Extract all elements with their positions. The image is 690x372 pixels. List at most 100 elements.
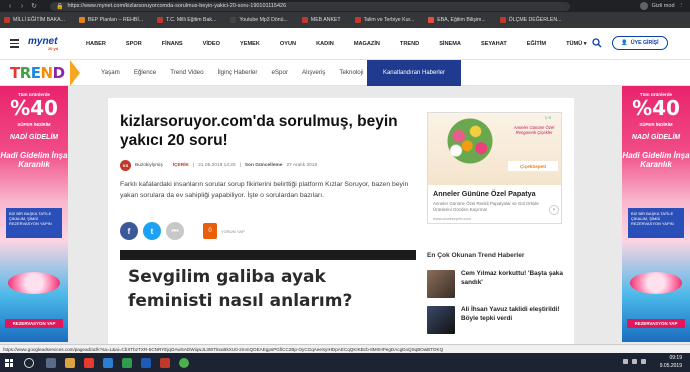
nav-item[interactable]: TREND (390, 41, 429, 47)
chrome-icon[interactable] (179, 357, 189, 368)
trend-nav-item[interactable]: İlginç Haberler (211, 69, 265, 76)
list-item[interactable]: Ali İhsan Yavuz taklidi eleştirildi! Böy… (427, 306, 567, 336)
author-name[interactable]: Buzokiylymiş (135, 163, 163, 168)
hamburger-icon[interactable] (10, 39, 26, 48)
nav-item[interactable]: YEMEK (230, 41, 270, 47)
right-side-ad[interactable]: Tüm ürünlerde %40 SÜPER İNDİRİM NADİ GİD… (622, 86, 690, 342)
nav-item[interactable]: SİNEMA (429, 41, 471, 47)
bookmarks-bar: MİLLİ EĞİTİM BAKA... BEP Planları – REHBİ… (0, 12, 690, 28)
trend-logo[interactable]: TREND (10, 59, 82, 86)
article-meta: KS Buzokiylymiş İÇERİK | 21.05.2018 14:2… (120, 160, 317, 171)
back-icon[interactable]: ‹ (6, 3, 14, 10)
bookmark-item[interactable]: T.C. Milli Eğitim Bak... (157, 17, 216, 23)
windows-start-icon[interactable] (0, 353, 18, 372)
nav-item[interactable]: VİDEO (193, 41, 230, 47)
nav-item[interactable]: OYUN (270, 41, 306, 47)
site-logo[interactable]: mynet 20 yıl (28, 36, 58, 51)
bookmark-favicon-icon (78, 17, 85, 23)
nav-item[interactable]: EĞİTİM (517, 41, 556, 47)
comment-button[interactable]: 0 YORUM YAP (203, 223, 245, 239)
flower-ad-tagline: Anneler Gününe Özel Rengarenk Çiçekler (513, 125, 555, 136)
store-icon[interactable] (103, 357, 113, 368)
trend-nav-item[interactable]: Alışveriş (295, 69, 332, 76)
adchoices-icon[interactable]: ▷✕ (545, 115, 551, 120)
bookmark-item[interactable]: Talim ve Terbiye Kur... (354, 17, 415, 23)
reload-icon[interactable]: ↻ (30, 2, 38, 10)
ad-blue-box: BİZ BİR BAŞKA TATİLE ÇIKALIM, ŞİMDİ REZE… (628, 208, 684, 238)
ad-headline: NADİ GİDELİM (9, 133, 59, 141)
nav-item[interactable]: TÜMÜ ▾ (556, 41, 597, 47)
app-icon[interactable] (122, 357, 132, 368)
address-bar[interactable]: 🔒 https://www.mynet.com/kizlarsoruyorcom… (50, 1, 570, 11)
task-view-icon[interactable] (46, 357, 56, 368)
trend-nav-item[interactable]: Trend Video (163, 69, 210, 76)
trend-news-title: En Çok Okunan Trend Haberler (427, 252, 525, 259)
bookmark-item[interactable]: Youtube Mp3 Dönü... (230, 17, 288, 23)
news-thumbnail (427, 270, 455, 298)
clock[interactable]: 09:19 9.05.2019 (660, 355, 682, 370)
bookmark-label: Talim ve Terbiye Kur... (363, 17, 415, 23)
trend-nav-item[interactable]: Teknoloji (332, 69, 370, 76)
bookmark-item[interactable]: BEP Planları – REHBİ... (78, 17, 143, 23)
media-player-icon[interactable] (84, 357, 94, 368)
profile-label: Gizli mod (651, 3, 675, 9)
ad-headline: NADİ GİDELİM (631, 133, 681, 141)
article-headline: kizlarsoruyor.com'da sorulmuş, beyin yak… (120, 113, 398, 150)
powerpoint-icon[interactable] (160, 357, 170, 368)
system-tray[interactable] (623, 359, 646, 364)
browser-toolbar: ‹ › ↻ 🔒 https://www.mynet.com/kizlarsoru… (0, 0, 690, 12)
facebook-share-icon[interactable]: f (120, 222, 138, 240)
list-item[interactable]: Cem Yılmaz korkuttu! 'Başta şaka sandık' (427, 270, 567, 300)
flower-ad[interactable]: Anneler Gününe Özel Rengarenk Çiçekler Ç… (427, 112, 562, 224)
nav-item[interactable]: MAGAZİN (344, 41, 390, 47)
ad-percent: %40 (632, 96, 680, 120)
word-icon[interactable] (141, 357, 151, 368)
bookmark-label: ÖLÇME DEĞERLEN... (508, 17, 562, 23)
article-image: Sevgilim galiba ayak feministi nasıl anl… (120, 250, 416, 344)
trend-nav-item[interactable]: Yaşam (94, 69, 127, 76)
news-title: Ali İhsan Yavuz taklidi eleştirildi! Böy… (461, 306, 560, 322)
ad-cta-button[interactable]: REZERVASYON YAP (627, 319, 685, 328)
nav-item[interactable]: HABER (76, 41, 116, 47)
status-bar: https://www.googleadservices.com/pagead/… (0, 344, 690, 353)
bookmark-item[interactable]: EBA, Eğitim Bilişim... (428, 17, 486, 23)
twitter-share-icon[interactable]: t (143, 222, 161, 240)
author-avatar[interactable]: KS (120, 160, 131, 171)
forward-icon[interactable]: › (18, 3, 26, 10)
bookmark-item[interactable]: MİLLİ EĞİTİM BAKA... (4, 17, 65, 23)
ad-cta-button[interactable]: REZERVASYON YAP (5, 319, 63, 328)
left-side-ad[interactable]: Tüm ürünlerde %40 SÜPER İNDİRİM NADİ GİD… (0, 86, 68, 342)
bookmark-label: MİLLİ EĞİTİM BAKA... (13, 17, 65, 23)
main-nav: HABER SPOR FİNANS VİDEO YEMEK OYUN KADIN MAGAZİ… (76, 41, 597, 47)
bookmark-item[interactable]: ÖLÇME DEĞERLEN... (499, 17, 562, 23)
login-button[interactable]: 👤 ÜYE GİRİŞİ (612, 36, 668, 50)
bookmark-label: MEB ANKET (310, 17, 341, 23)
incognito-icon[interactable] (639, 2, 648, 10)
bookmark-label: Youtube Mp3 Dönü... (239, 17, 288, 23)
flower-ad-desc: Anneler Gününe Özel Renkli Papatyalar ve… (433, 201, 539, 212)
nav-item[interactable]: SEYAHAT (471, 41, 517, 47)
trend-bar: TREND Yaşam Eğlence Trend Video İlginç Habe… (0, 59, 690, 86)
nav-item[interactable]: SPOR (116, 41, 152, 47)
nav-item[interactable]: FİNANS (152, 41, 193, 47)
trend-nav-item[interactable]: eSpor (264, 69, 295, 76)
search-icon[interactable] (24, 357, 34, 368)
news-thumbnail (427, 306, 455, 334)
updated-label: Son Güncelleme (244, 163, 283, 168)
nav-item[interactable]: KADIN (306, 41, 344, 47)
file-explorer-icon[interactable] (65, 357, 75, 368)
chevron-right-icon[interactable]: › (549, 205, 559, 215)
flower-bouquet-image (442, 117, 498, 165)
search-icon[interactable] (592, 38, 602, 48)
trend-nav-item[interactable]: Eğlence (127, 69, 163, 76)
more-share-icon[interactable]: ••• (166, 222, 184, 240)
trend-special-tab[interactable]: Kanatlandıran Haberler (367, 60, 461, 86)
category-label[interactable]: İÇERİK (173, 163, 189, 168)
menu-icon[interactable]: ⋮ (679, 3, 685, 9)
bookmark-item[interactable]: MEB ANKET (301, 17, 341, 23)
published-date: 21.05.2018 14:20 (198, 163, 236, 168)
float-ring-image (630, 272, 682, 294)
ad-percent: %40 (10, 96, 58, 120)
ad-promo: Hadi Gidelim İnşa Karanlık (0, 150, 68, 169)
bookmark-favicon-icon (428, 17, 435, 23)
